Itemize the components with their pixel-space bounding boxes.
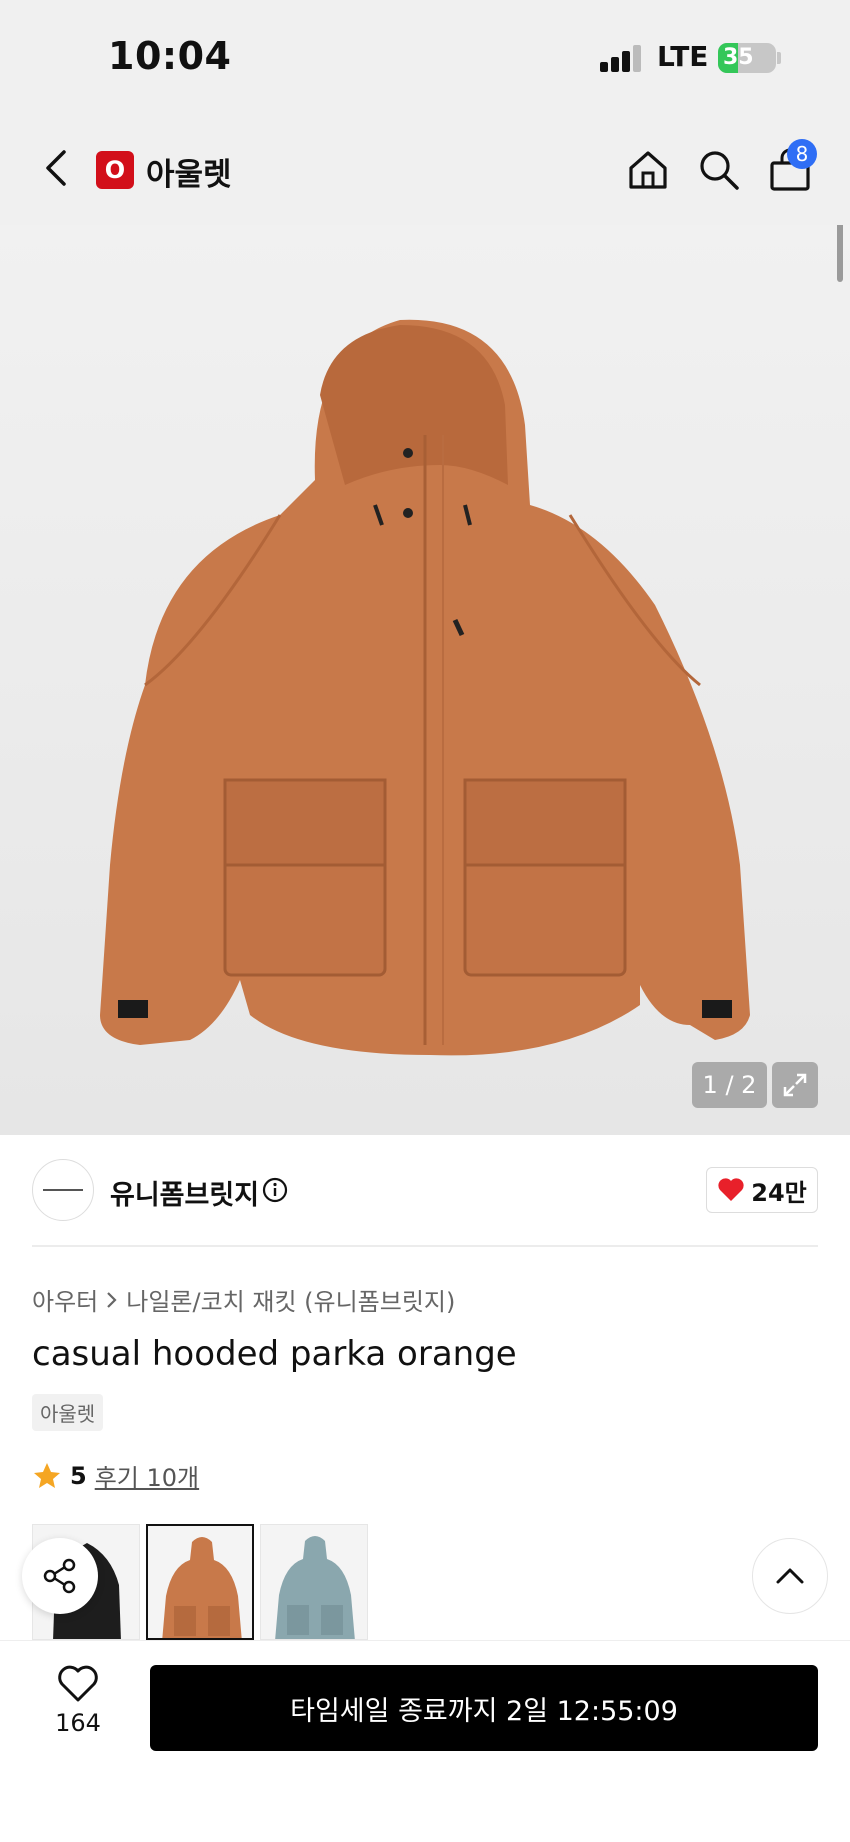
scroll-indicator[interactable] <box>837 225 843 282</box>
wishlist-count: 164 <box>55 1709 101 1737</box>
info-icon[interactable] <box>262 1177 288 1203</box>
outlet-tag: 아울렛 <box>32 1394 104 1431</box>
product-title: casual hooded parka orange <box>32 1334 517 1374</box>
status-bar: 10:04 LTE 35 <box>0 0 850 115</box>
home-button[interactable] <box>623 145 673 195</box>
seller-like-button[interactable]: 24만 <box>706 1167 818 1213</box>
share-button[interactable] <box>22 1538 98 1614</box>
timesale-cta-button[interactable]: 타임세일 종료까지 2일 12:55:09 <box>150 1665 818 1751</box>
home-icon <box>629 151 667 189</box>
status-time: 10:04 <box>108 34 232 78</box>
seller-row[interactable]: 유니폼브릿지 24만 <box>0 1135 850 1245</box>
bottom-action-bar: 164 타임세일 종료까지 2일 12:55:09 <box>0 1640 850 1842</box>
wishlist-button[interactable]: 164 <box>36 1665 120 1765</box>
divider <box>32 1245 818 1247</box>
network-label: LTE <box>657 40 709 73</box>
image-counter: 1 / 2 <box>692 1062 767 1108</box>
cart-count-badge: 8 <box>787 139 817 169</box>
seller-name[interactable]: 유니폼브릿지 <box>110 1173 259 1212</box>
breadcrumb-category[interactable]: 아우터 <box>32 1282 98 1317</box>
scroll-top-button[interactable] <box>752 1538 828 1614</box>
battery-tip <box>777 52 781 64</box>
variant-thumb-sky[interactable] <box>260 1524 368 1640</box>
heart-outline-icon <box>58 1665 98 1702</box>
search-button[interactable] <box>694 145 744 195</box>
back-icon <box>46 150 66 186</box>
breadcrumb: 아우터 나일론/코치 재킷 (유니폼브릿지) <box>32 1282 455 1317</box>
rating: 5 후기 10개 <box>32 1458 199 1493</box>
share-icon <box>43 1558 76 1594</box>
battery-level: 35 <box>723 45 754 70</box>
brand-name[interactable]: 아울렛 <box>146 149 232 194</box>
breadcrumb-subcategory[interactable]: 나일론/코치 재킷 (유니폼브릿지) <box>126 1282 455 1317</box>
product-image <box>100 319 750 1056</box>
product-image-carousel[interactable]: 1 / 2 <box>0 225 850 1135</box>
signal-icon <box>600 44 644 72</box>
heart-icon <box>718 1178 744 1201</box>
chevron-up-icon <box>776 1568 804 1584</box>
brand-logo[interactable]: O <box>96 151 134 189</box>
variant-thumbnails <box>32 1524 818 1640</box>
rating-score: 5 <box>70 1461 87 1490</box>
variant-thumb-orange[interactable] <box>146 1524 254 1640</box>
star-icon <box>34 1462 60 1488</box>
back-button[interactable] <box>36 143 76 193</box>
expand-icon <box>783 1073 807 1097</box>
seller-avatar[interactable] <box>32 1159 94 1221</box>
app-header: O 아울렛 8 <box>0 115 850 225</box>
battery-icon: 35 <box>718 43 776 73</box>
reviews-link[interactable]: 후기 10개 <box>95 1458 199 1493</box>
seller-like-count: 24만 <box>751 1178 807 1207</box>
expand-button[interactable] <box>772 1062 818 1108</box>
search-icon <box>700 151 739 190</box>
chevron-right-icon <box>107 1291 117 1308</box>
